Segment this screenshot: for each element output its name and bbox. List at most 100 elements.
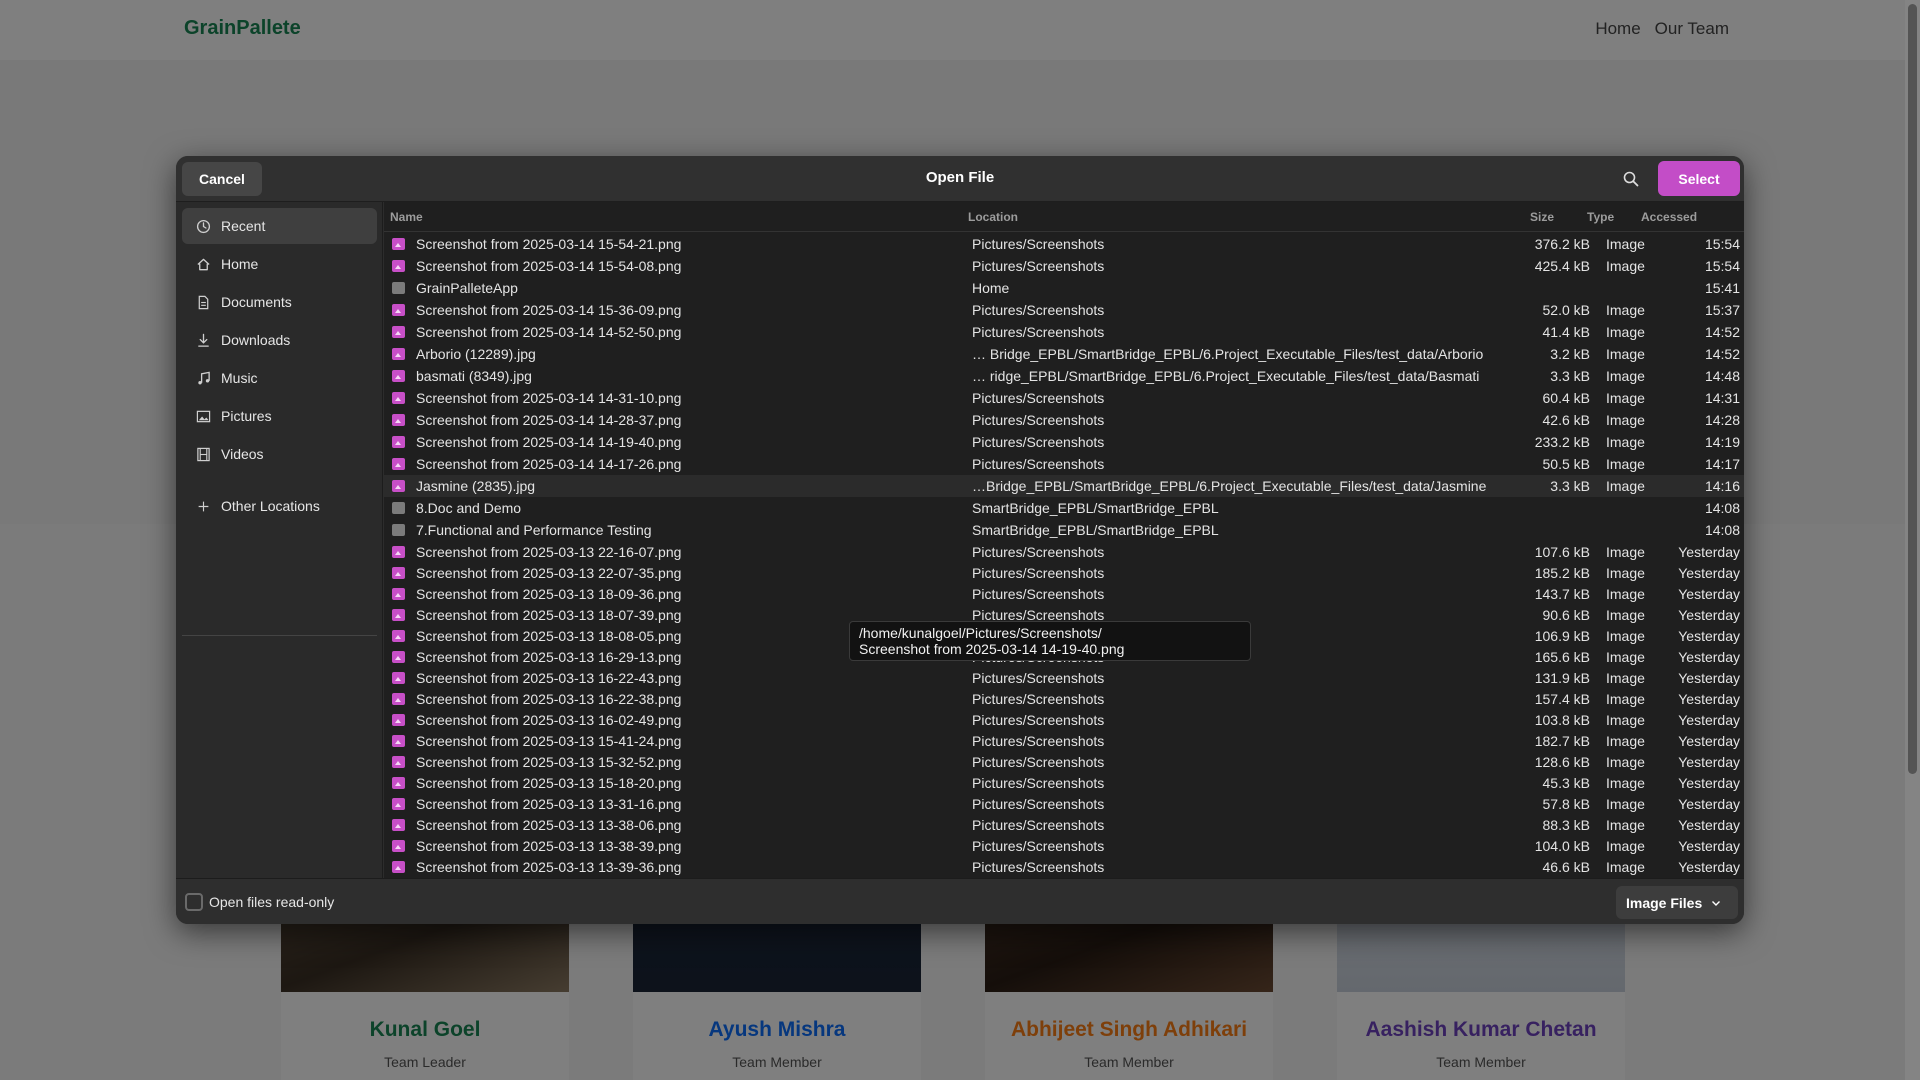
file-row[interactable]: Screenshot from 2025-03-14 14-31-10.png P… bbox=[384, 387, 1744, 409]
file-row[interactable]: Screenshot from 2025-03-13 13-38-06.png P… bbox=[384, 814, 1744, 835]
read-only-checkbox[interactable] bbox=[185, 893, 203, 911]
sidebar-item-pictures[interactable]: Pictures bbox=[182, 398, 377, 434]
download-icon bbox=[195, 332, 211, 348]
file-name: Screenshot from 2025-03-13 16-22-43.png bbox=[416, 670, 682, 686]
file-row[interactable]: Arborio (12289).jpg … Bridge_EPBL/SmartBr… bbox=[384, 343, 1744, 365]
column-name-header[interactable]: Name bbox=[390, 210, 423, 224]
sidebar-item-videos[interactable]: Videos bbox=[182, 436, 377, 472]
file-accessed: 14:52 bbox=[1704, 346, 1740, 362]
file-location: Pictures/Screenshots bbox=[972, 302, 1105, 318]
file-accessed: 14:08 bbox=[1704, 522, 1740, 538]
file-type: Image bbox=[1606, 817, 1645, 833]
file-row[interactable]: Screenshot from 2025-03-13 16-22-43.png P… bbox=[384, 667, 1744, 688]
file-type: Image bbox=[1606, 754, 1645, 770]
cancel-button[interactable]: Cancel bbox=[182, 162, 262, 196]
home-icon bbox=[195, 256, 211, 272]
read-only-label[interactable]: Open files read-only bbox=[209, 894, 334, 910]
file-row[interactable]: Screenshot from 2025-03-13 15-41-24.png P… bbox=[384, 730, 1744, 751]
file-row[interactable]: 8.Doc and Demo SmartBridge_EPBL/SmartBrid… bbox=[384, 497, 1744, 519]
file-row[interactable]: Screenshot from 2025-03-14 14-19-40.png P… bbox=[384, 431, 1744, 453]
file-size: 60.4 kB bbox=[1542, 390, 1590, 406]
file-type: Image bbox=[1606, 478, 1645, 494]
file-accessed: 15:54 bbox=[1704, 236, 1740, 252]
column-location-header[interactable]: Location bbox=[968, 210, 1018, 224]
file-size: 50.5 kB bbox=[1542, 456, 1590, 472]
select-button[interactable]: Select bbox=[1658, 161, 1740, 196]
file-row[interactable]: Screenshot from 2025-03-13 22-07-35.png P… bbox=[384, 562, 1744, 583]
file-name: Screenshot from 2025-03-13 13-38-06.png bbox=[416, 817, 682, 833]
file-row[interactable]: Screenshot from 2025-03-14 15-54-08.png P… bbox=[384, 255, 1744, 277]
sidebar-item-music[interactable]: Music bbox=[182, 360, 377, 396]
file-row[interactable]: Screenshot from 2025-03-14 14-52-50.png P… bbox=[384, 321, 1744, 343]
file-row[interactable]: Screenshot from 2025-03-14 14-17-26.png P… bbox=[384, 453, 1744, 475]
image-file-icon bbox=[392, 588, 405, 600]
file-row[interactable]: Screenshot from 2025-03-13 15-18-20.png P… bbox=[384, 772, 1744, 793]
file-row[interactable]: Screenshot from 2025-03-13 18-09-36.png P… bbox=[384, 583, 1744, 604]
dialog-title: Open File bbox=[925, 169, 995, 186]
sidebar-item-label: Other Locations bbox=[221, 498, 320, 514]
sidebar-item-label: Music bbox=[221, 370, 258, 386]
file-row[interactable]: Screenshot from 2025-03-13 22-16-07.png P… bbox=[384, 541, 1744, 562]
file-accessed: Yesterday bbox=[1678, 628, 1740, 644]
column-size-header[interactable]: Size bbox=[1530, 210, 1554, 224]
sidebar-item-label: Pictures bbox=[221, 408, 272, 424]
file-row[interactable]: Screenshot from 2025-03-13 13-38-39.png P… bbox=[384, 835, 1744, 856]
file-accessed: 14:19 bbox=[1704, 434, 1740, 450]
image-icon bbox=[195, 408, 211, 424]
file-type: Image bbox=[1606, 775, 1645, 791]
column-type-header[interactable]: Type bbox=[1587, 210, 1614, 224]
file-row[interactable]: Screenshot from 2025-03-13 13-39-36.png P… bbox=[384, 856, 1744, 877]
image-file-icon bbox=[392, 819, 405, 831]
document-icon bbox=[195, 294, 211, 310]
search-icon bbox=[1623, 171, 1639, 187]
file-row[interactable]: Screenshot from 2025-03-14 14-28-37.png P… bbox=[384, 409, 1744, 431]
image-file-icon bbox=[392, 304, 405, 316]
sidebar-item-home[interactable]: Home bbox=[182, 246, 377, 282]
file-type: Image bbox=[1606, 859, 1645, 875]
column-accessed-header[interactable]: Accessed bbox=[1641, 210, 1697, 224]
file-accessed: 15:41 bbox=[1704, 280, 1740, 296]
file-name: Screenshot from 2025-03-13 16-22-38.png bbox=[416, 691, 682, 707]
file-size: 233.2 kB bbox=[1534, 434, 1590, 450]
file-accessed: Yesterday bbox=[1678, 859, 1740, 875]
file-location: Pictures/Screenshots bbox=[972, 775, 1105, 791]
column-header: Name Location Size Type Accessed bbox=[384, 202, 1744, 232]
file-accessed: 14:28 bbox=[1704, 412, 1740, 428]
file-row[interactable]: Screenshot from 2025-03-13 16-02-49.png P… bbox=[384, 709, 1744, 730]
file-row[interactable]: Screenshot from 2025-03-13 15-32-52.png P… bbox=[384, 751, 1744, 772]
file-name: Screenshot from 2025-03-13 15-41-24.png bbox=[416, 733, 682, 749]
image-file-icon bbox=[392, 693, 405, 705]
image-file-icon bbox=[392, 260, 405, 272]
file-rows: Screenshot from 2025-03-14 15-54-21.png P… bbox=[384, 233, 1744, 877]
file-location: …Bridge_EPBL/SmartBridge_EPBL/6.Project_… bbox=[972, 478, 1487, 494]
file-row[interactable]: GrainPalleteApp Home 15:41 bbox=[384, 277, 1744, 299]
file-size: 88.3 kB bbox=[1542, 817, 1590, 833]
sidebar-item-label: Downloads bbox=[221, 332, 291, 348]
file-type: Image bbox=[1606, 712, 1645, 728]
image-file-icon bbox=[392, 630, 405, 642]
sidebar-item-recent[interactable]: Recent bbox=[182, 208, 377, 244]
file-row[interactable]: Screenshot from 2025-03-13 13-31-16.png P… bbox=[384, 793, 1744, 814]
file-size: 143.7 kB bbox=[1534, 586, 1590, 602]
file-row[interactable]: Jasmine (2835).jpg …Bridge_EPBL/SmartBrid… bbox=[384, 475, 1744, 497]
sidebar-item-label: Documents bbox=[221, 294, 292, 310]
file-type-filter[interactable]: Image Files bbox=[1616, 886, 1738, 919]
file-row[interactable]: Screenshot from 2025-03-13 16-22-38.png P… bbox=[384, 688, 1744, 709]
chevron-down-icon bbox=[1712, 900, 1721, 906]
sidebar-item-label: Videos bbox=[221, 446, 264, 462]
file-size: 185.2 kB bbox=[1534, 565, 1590, 581]
file-row[interactable]: 7.Functional and Performance Testing Smar… bbox=[384, 519, 1744, 541]
file-row[interactable]: Screenshot from 2025-03-14 15-36-09.png P… bbox=[384, 299, 1744, 321]
file-name: Screenshot from 2025-03-14 14-28-37.png bbox=[416, 412, 682, 428]
file-row[interactable]: basmati (8349).jpg … ridge_EPBL/SmartBrid… bbox=[384, 365, 1744, 387]
file-location: Pictures/Screenshots bbox=[972, 691, 1105, 707]
search-button[interactable] bbox=[1616, 164, 1646, 194]
file-size: 128.6 kB bbox=[1534, 754, 1590, 770]
file-size: 131.9 kB bbox=[1534, 670, 1590, 686]
sidebar-item-documents[interactable]: Documents bbox=[182, 284, 377, 320]
file-row[interactable]: Screenshot from 2025-03-14 15-54-21.png P… bbox=[384, 233, 1744, 255]
sidebar-item-downloads[interactable]: Downloads bbox=[182, 322, 377, 358]
sidebar-item-other-locations[interactable]: Other Locations bbox=[182, 488, 377, 524]
file-type: Image bbox=[1606, 565, 1645, 581]
open-file-dialog: Cancel Open File Select Recent Home Docu… bbox=[176, 156, 1744, 924]
